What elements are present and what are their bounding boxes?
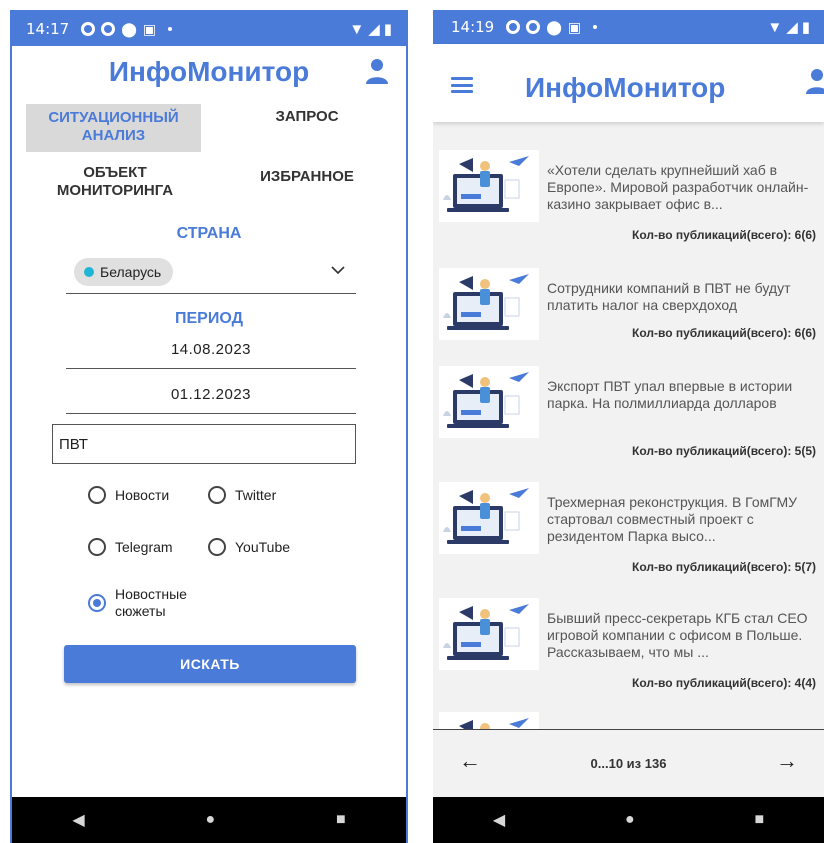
more-notifications-icon bbox=[593, 25, 598, 29]
wifi-icon: ▼ bbox=[349, 20, 365, 38]
status-time: 14:19 bbox=[451, 18, 495, 36]
battery-icon: ▮ bbox=[801, 19, 810, 36]
news-title: Экспорт ПВТ упал впервые в истории парка… bbox=[547, 378, 793, 411]
status-time: 14:17 bbox=[26, 20, 70, 38]
news-title: «Хотели сделать крупнейший хаб в Европе»… bbox=[547, 162, 809, 212]
country-select[interactable]: Беларусь bbox=[66, 254, 356, 294]
status-bar: 14:19 ⬤ ▣ ▼ ◢ ▮ bbox=[433, 10, 824, 44]
radio-circle[interactable] bbox=[88, 538, 106, 556]
results-list[interactable]: «Хотели сделать крупнейший хаб в Европе»… bbox=[433, 122, 824, 729]
country-value: Беларусь bbox=[100, 264, 162, 280]
chip-dot-icon bbox=[84, 267, 94, 277]
back-nav-icon[interactable]: ◀ bbox=[493, 810, 505, 830]
news-thumbnail-icon bbox=[439, 150, 539, 222]
battery-icon: ▮ bbox=[383, 21, 392, 38]
query-input[interactable] bbox=[52, 424, 356, 464]
date-end-field[interactable]: 01.12.2023 bbox=[66, 384, 356, 414]
country-chip[interactable]: Беларусь bbox=[74, 258, 174, 286]
radio-label: Twitter bbox=[235, 487, 277, 503]
publication-count: Кол-во публикаций(всего): 5(5) bbox=[632, 444, 816, 458]
user-icon[interactable] bbox=[366, 58, 388, 84]
news-thumbnail-icon bbox=[439, 712, 539, 729]
country-label: СТРАНА bbox=[176, 225, 242, 242]
radio-circle-checked[interactable] bbox=[88, 594, 106, 612]
tab-monitoring-object[interactable]: ОБЪЕКТ МОНИТОРИНГА bbox=[40, 164, 190, 200]
news-thumbnail-icon bbox=[439, 366, 539, 438]
list-item[interactable]: Трехмерная реконструкция. В ГомГМУ старт… bbox=[439, 474, 816, 580]
radio-news-stories[interactable]: Новостные сюжеты bbox=[88, 586, 195, 620]
radio-label: Новости bbox=[115, 487, 170, 503]
app-title: ИнфоМонитор bbox=[525, 72, 726, 103]
period-label: ПЕРИОД bbox=[175, 310, 243, 327]
app-title: ИнфоМонитор bbox=[108, 56, 310, 87]
news-thumbnail-icon bbox=[439, 268, 539, 340]
tab-situation-analysis[interactable]: СИТУАЦИОННЫЙ АНАЛИЗ bbox=[26, 104, 201, 152]
radio-news[interactable]: Новости bbox=[88, 486, 169, 504]
radio-youtube[interactable]: YouTube bbox=[208, 538, 290, 556]
radio-label: Новостные сюжеты bbox=[115, 586, 187, 619]
pagination: ← 0...10 из 136 → bbox=[433, 729, 824, 797]
menu-icon[interactable] bbox=[451, 77, 473, 93]
tab-request[interactable]: ЗАПРОС bbox=[242, 108, 372, 126]
news-thumbnail-icon bbox=[439, 598, 539, 670]
android-nav-bar: ◀ ● ■ bbox=[12, 797, 406, 843]
recents-nav-icon[interactable]: ■ bbox=[754, 811, 764, 829]
search-screen: 14:17 ⬤ ▣ ▼ ◢ ▮ ИнфоМонитор СИТУАЦИОННЫЙ… bbox=[10, 10, 408, 843]
publication-count: Кол-во публикаций(всего): 6(6) bbox=[632, 326, 816, 340]
news-title: Бывший пресс-секретарь КГБ стал CEO игро… bbox=[547, 610, 808, 660]
publication-count: Кол-во публикаций(всего): 4(4) bbox=[632, 676, 816, 690]
news-title: Трехмерная реконструкция. В ГомГМУ старт… bbox=[547, 494, 798, 544]
publication-count: Кол-во публикаций(всего): 5(7) bbox=[632, 560, 816, 574]
arrow-right-icon[interactable]: → bbox=[776, 748, 798, 774]
notification-icon bbox=[81, 22, 96, 36]
radio-label: YouTube bbox=[235, 539, 291, 555]
assistant-icon: ⬤ bbox=[121, 21, 137, 37]
back-nav-icon[interactable]: ◀ bbox=[72, 810, 84, 830]
list-item[interactable]: Сотрудники компаний в ПВТ не будут плати… bbox=[439, 260, 816, 366]
home-nav-icon[interactable]: ● bbox=[625, 811, 635, 829]
status-bar: 14:17 ⬤ ▣ ▼ ◢ ▮ bbox=[12, 12, 406, 46]
radio-twitter[interactable]: Twitter bbox=[208, 486, 276, 504]
home-nav-icon[interactable]: ● bbox=[205, 811, 215, 829]
list-item[interactable]: Бывший пресс-секретарь КГБ стал CEO игро… bbox=[439, 590, 816, 696]
image-icon: ▣ bbox=[142, 21, 157, 37]
notification-icon bbox=[101, 22, 116, 36]
android-nav-bar: ◀ ● ■ bbox=[433, 797, 824, 843]
chevron-down-icon[interactable] bbox=[330, 262, 346, 278]
radio-circle[interactable] bbox=[88, 486, 106, 504]
list-item[interactable]: Экспорт ПВТ упал впервые в истории парка… bbox=[439, 358, 816, 464]
search-button[interactable]: ИСКАТЬ bbox=[64, 645, 356, 683]
signal-icon: ◢ bbox=[786, 19, 798, 36]
recents-nav-icon[interactable]: ■ bbox=[336, 811, 346, 829]
more-notifications-icon bbox=[168, 27, 173, 31]
publication-count: Кол-во публикаций(всего): 6(6) bbox=[632, 228, 816, 242]
radio-telegram[interactable]: Telegram bbox=[88, 538, 173, 556]
date-start-field[interactable]: 14.08.2023 bbox=[66, 339, 356, 369]
list-item[interactable]: «Хотели сделать крупнейший хаб в Европе»… bbox=[439, 142, 816, 248]
news-title: Сотрудники компаний в ПВТ не будут плати… bbox=[547, 280, 791, 313]
wifi-icon: ▼ bbox=[767, 18, 783, 36]
signal-icon: ◢ bbox=[368, 21, 380, 38]
results-screen: 14:19 ⬤ ▣ ▼ ◢ ▮ ИнфоМонитор «Хотели сдел… bbox=[433, 10, 824, 843]
radio-circle[interactable] bbox=[208, 538, 226, 556]
radio-label: Telegram bbox=[115, 539, 173, 555]
page-range: 0...10 из 136 bbox=[590, 756, 667, 771]
image-icon: ▣ bbox=[567, 19, 582, 35]
list-item[interactable] bbox=[439, 704, 816, 729]
assistant-icon: ⬤ bbox=[546, 19, 562, 35]
user-icon[interactable] bbox=[806, 68, 824, 94]
notification-icon bbox=[526, 20, 541, 34]
tab-favorites[interactable]: ИЗБРАННОЕ bbox=[242, 168, 372, 186]
app-header: ИнфоМонитор bbox=[433, 44, 824, 122]
notification-icon bbox=[506, 20, 521, 34]
radio-circle[interactable] bbox=[208, 486, 226, 504]
news-thumbnail-icon bbox=[439, 482, 539, 554]
